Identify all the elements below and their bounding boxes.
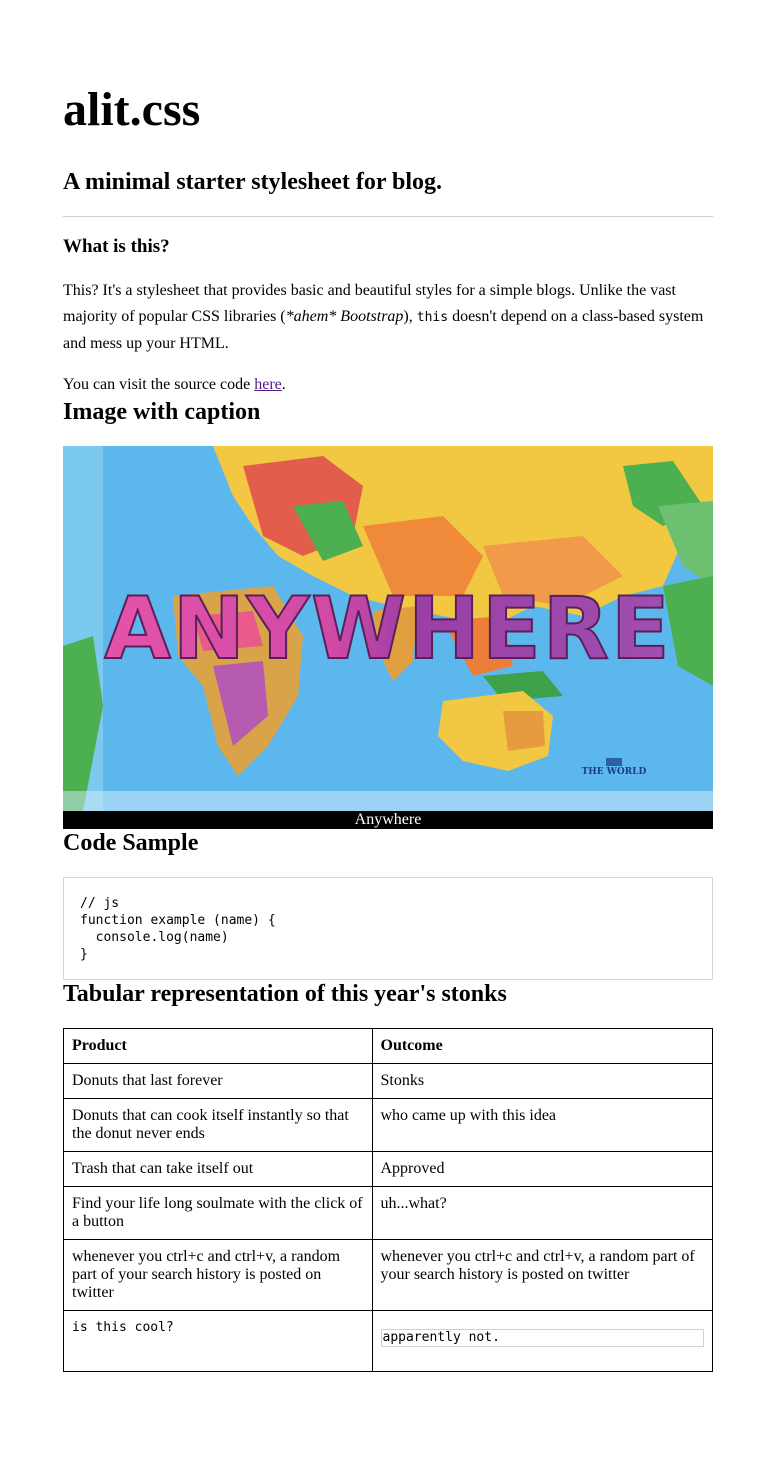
world-badge: THE WORLD	[582, 767, 647, 777]
table-cell: Find your life long soulmate with the cl…	[63, 1186, 373, 1240]
world-map-illustration: ANYWHERE THE WORLD	[63, 446, 713, 811]
table-cell: whenever you ctrl+c and ctrl+v, a random…	[63, 1239, 373, 1311]
site-title: alit.css	[63, 83, 201, 136]
table-cell: Donuts that last forever	[63, 1063, 373, 1099]
table-cell: whenever you ctrl+c and ctrl+v, a random…	[371, 1239, 713, 1311]
table-cell: Stonks	[371, 1063, 713, 1099]
inline-code: this	[416, 310, 449, 325]
table-row: whenever you ctrl+c and ctrl+v, a random…	[63, 1239, 713, 1311]
source-paragraph: You can visit the source code here.	[63, 376, 286, 393]
table-cell: who came up with this idea	[371, 1098, 713, 1152]
table-cell: Trash that can take itself out	[63, 1151, 373, 1187]
image-figure: ANYWHERE THE WORLD Anywhere	[63, 446, 713, 829]
table-row: is this cool? apparently not.	[63, 1310, 713, 1372]
table-cell: Donuts that can cook itself instantly so…	[63, 1098, 373, 1152]
anywhere-word: ANYWHERE	[104, 579, 671, 679]
page: alit.css A minimal starter stylesheet fo…	[63, 0, 713, 1372]
column-header-outcome: Outcome	[371, 1028, 713, 1064]
image-caption: Anywhere	[63, 811, 713, 829]
code-block: // js function example (name) { console.…	[63, 877, 713, 980]
code-line: function example (name) {	[80, 913, 276, 928]
site-tagline: A minimal starter stylesheet for blog.	[63, 169, 443, 195]
world-map-image: ANYWHERE THE WORLD	[63, 446, 713, 811]
divider	[63, 216, 713, 217]
code-line: }	[80, 947, 88, 962]
table-cell: Approved	[371, 1151, 713, 1187]
about-heading: What is this?	[63, 236, 170, 257]
table-row: Find your life long soulmate with the cl…	[63, 1186, 713, 1240]
code-heading: Code Sample	[63, 830, 199, 856]
about-paragraph: This? It's a stylesheet that provides ba…	[63, 282, 704, 352]
table-cell: apparently not.	[371, 1310, 713, 1372]
source-link[interactable]: here	[254, 376, 282, 393]
table-cell: uh...what?	[371, 1186, 713, 1240]
column-header-product: Product	[63, 1028, 373, 1064]
table-header-row: Product Outcome	[63, 1028, 713, 1064]
code-box: apparently not.	[380, 1329, 704, 1347]
table-row: Donuts that last forever Stonks	[63, 1063, 713, 1099]
stonks-table: Product Outcome Donuts that last forever…	[63, 1028, 713, 1372]
code-line: console.log(name)	[80, 930, 229, 945]
image-heading: Image with caption	[63, 399, 261, 425]
table-cell-code: is this cool?	[63, 1310, 373, 1372]
table-row: Donuts that can cook itself instantly so…	[63, 1098, 713, 1152]
table-heading: Tabular representation of this year's st…	[63, 981, 507, 1007]
code-line: // js	[80, 896, 120, 911]
emphasis: *ahem* Bootstrap	[285, 308, 404, 325]
table-row: Trash that can take itself out Approved	[63, 1151, 713, 1187]
